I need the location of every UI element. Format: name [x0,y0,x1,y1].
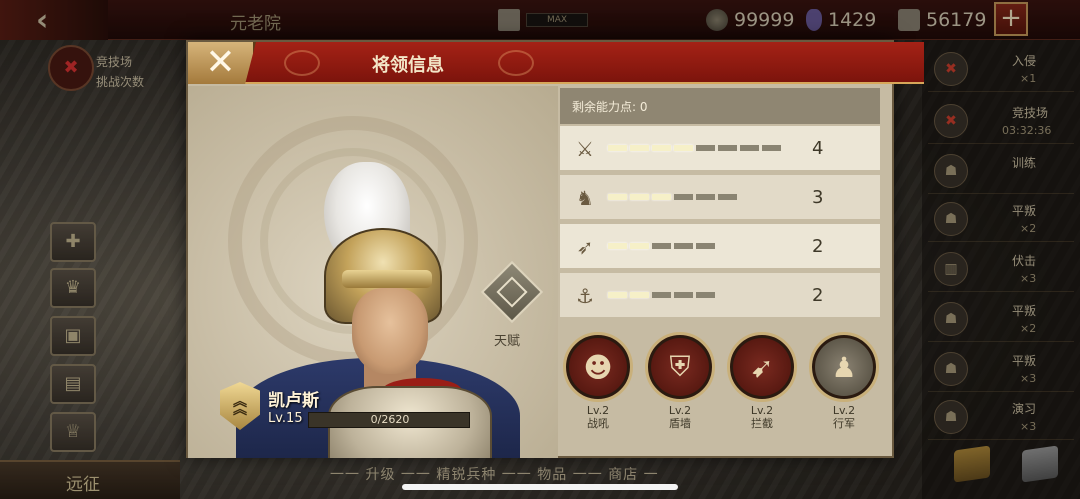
attribute-pip [630,243,649,249]
dialog-title: 将领信息 [372,55,444,76]
attribute-pip [674,243,693,249]
attribute-pip [652,292,671,298]
attribute-pips [608,194,737,200]
attribute-pip [762,145,781,151]
attribute-pip [718,194,737,200]
attribute-pip [696,194,715,200]
dialog-header: 将领信息 [188,42,924,84]
attribute-row[interactable]: ➶ 2 [560,224,880,270]
skill-slot[interactable]: ♟ Lv.2 行军 [806,332,882,431]
attribute-pip [652,194,671,200]
attribute-pip [652,243,671,249]
talent-label: 天赋 [494,334,521,349]
attribute-row[interactable]: ⚔ 4 [560,126,880,172]
intercept-icon: ➹ [727,332,797,402]
attribute-value: 2 [812,236,824,257]
sword-icon: ⚔ [576,137,594,161]
attribute-row[interactable]: ♞ 3 [560,175,880,221]
attribute-pips [608,292,715,298]
skill-slot[interactable]: ⛨ Lv.2 盾墙 [642,332,718,431]
remaining-points: 剩余能力点: 0 [560,88,880,124]
march-icon: ♟ [809,332,879,402]
skill-level: Lv.2 [668,404,692,417]
attribute-pip [674,145,693,151]
close-button[interactable]: ✕ [188,42,256,84]
skill-name: 盾墙 [669,417,691,430]
skill-level: Lv.2 [750,404,774,417]
attribute-pip [630,194,649,200]
portrait-face [352,288,428,374]
skill-name: 行军 [833,417,855,430]
skill-name: 拦截 [751,417,773,430]
home-indicator[interactable] [402,484,678,490]
shield-wall-icon: ⛨ [645,332,715,402]
hero-level: Lv.15 [268,411,303,426]
hero-portrait-panel: ︽ ︽ 凯卢斯 Lv.15 0/2620 天赋 [188,86,558,458]
attribute-pip [696,243,715,249]
skill-slot[interactable]: ☻ Lv.2 战吼 [560,332,636,431]
attribute-value: 3 [812,187,824,208]
close-icon: ✕ [205,42,236,83]
attribute-pips [608,145,781,151]
skill-list: ☻ Lv.2 战吼 ⛨ Lv.2 盾墙 ➹ Lv.2 拦截 ♟ Lv.2 行军 [560,328,880,448]
attribute-row[interactable]: ⚓ 2 [560,273,880,319]
attribute-pip [696,292,715,298]
attribute-pip [674,194,693,200]
hero-name: 凯卢斯 [268,391,319,411]
war-cry-icon: ☻ [563,332,633,402]
attribute-pip [630,145,649,151]
attribute-pip [630,292,649,298]
attribute-pip [652,145,671,151]
attribute-pip [740,145,759,151]
skill-name: 战吼 [587,417,609,430]
anchor-icon: ⚓ [576,284,594,308]
attribute-pip [696,145,715,151]
laurel-left-icon [284,50,320,76]
attribute-pips [608,243,715,249]
skill-level: Lv.2 [832,404,856,417]
horse-icon: ♞ [576,186,594,210]
portrait-helmet-band [342,270,432,288]
skill-level: Lv.2 [586,404,610,417]
skill-slot[interactable]: ➹ Lv.2 拦截 [724,332,800,431]
attribute-value: 2 [812,285,824,306]
attribute-pip [608,292,627,298]
xp-text: 0/2620 [370,413,410,426]
laurel-right-icon [498,50,534,76]
general-info-dialog: 将领信息 ✕ ︽ ︽ 凯卢斯 Lv.15 0/2620 天赋 剩余能力点: 0 … [186,40,924,458]
attribute-pip [674,292,693,298]
attribute-pip [718,145,737,151]
attribute-pip [608,145,627,151]
bow-icon: ➶ [576,235,594,259]
xp-bar: 0/2620 [308,412,470,428]
attribute-panel: 剩余能力点: 0 ⚔ 4 ♞ 3 ➶ 2 ⚓ 2 ☻ Lv.2 战吼 ⛨ Lv.2 盾墙 ➹ Lv.2 拦截 ♟… [560,86,880,458]
attribute-pip [608,243,627,249]
talent-button[interactable] [480,260,544,324]
attribute-pip [608,194,627,200]
attribute-value: 4 [812,138,824,159]
